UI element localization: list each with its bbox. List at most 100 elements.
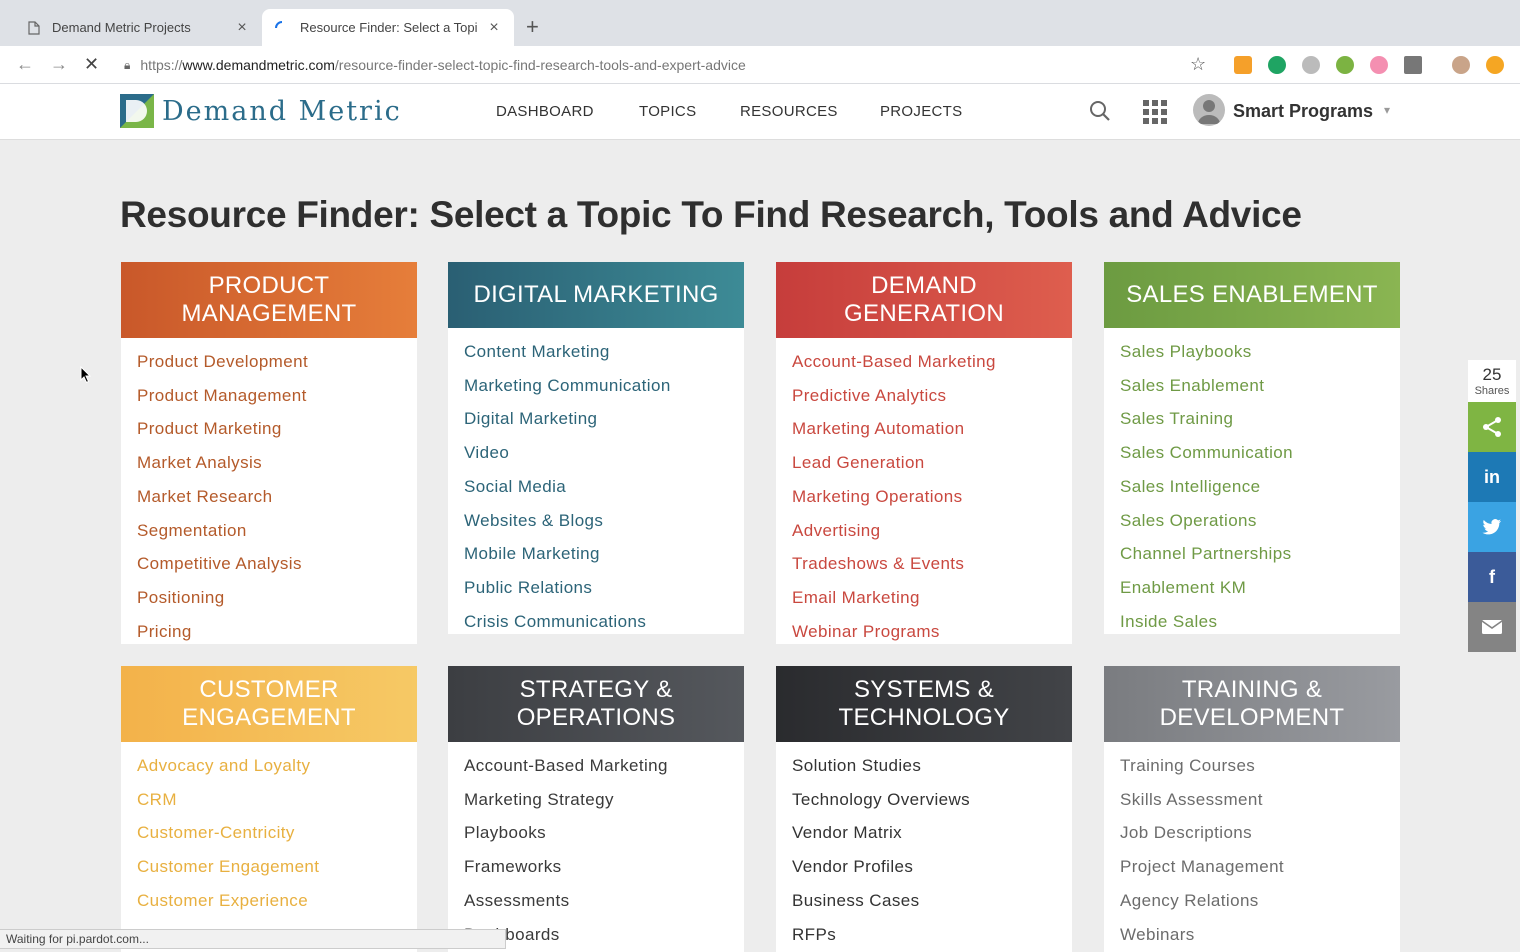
topic-link[interactable]: Marketing Operations <box>792 480 1072 514</box>
extension-icon[interactable] <box>1302 56 1320 74</box>
new-tab-icon[interactable]: + <box>526 14 539 40</box>
topic-link[interactable]: Market Research <box>137 480 417 514</box>
stop-loading-icon[interactable]: ✕ <box>84 54 99 75</box>
topic-link[interactable]: Sales Enablement <box>1120 369 1400 403</box>
bookmark-star-icon[interactable]: ☆ <box>1190 54 1206 75</box>
twitter-icon[interactable] <box>1468 502 1516 552</box>
close-icon[interactable]: × <box>486 19 502 37</box>
topic-link[interactable]: Product Management <box>137 379 417 413</box>
site-logo-text[interactable]: Demand Metric <box>162 96 402 127</box>
topic-link[interactable]: Vendor Matrix <box>792 816 1072 850</box>
topic-link[interactable]: Project Management <box>1120 850 1400 884</box>
bug-extension-icon[interactable] <box>1336 56 1354 74</box>
extension-icon[interactable] <box>1486 56 1504 74</box>
topic-link[interactable]: Solution Studies <box>792 749 1072 783</box>
category-header[interactable]: STRATEGY & OPERATIONS <box>448 666 744 742</box>
topic-link[interactable]: Content Marketing <box>464 335 744 369</box>
topic-link[interactable]: Customer-Centricity <box>137 816 417 850</box>
topic-link[interactable]: Agency Relations <box>1120 884 1400 918</box>
forward-icon[interactable]: → <box>50 54 68 75</box>
topic-link[interactable]: Account-Based Marketing <box>792 345 1072 379</box>
topic-link[interactable]: Product Marketing <box>137 412 417 446</box>
topic-link[interactable]: Webinar Programs <box>792 615 1072 649</box>
topic-link[interactable]: Competitive Analysis <box>137 547 417 581</box>
topic-link[interactable]: Sales Training <box>1120 402 1400 436</box>
topic-link[interactable]: Marketing Automation <box>792 412 1072 446</box>
topic-link[interactable]: Advocacy and Loyalty <box>137 749 417 783</box>
topic-link[interactable]: Social Media <box>464 470 744 504</box>
topic-link[interactable]: Vendor Profiles <box>792 850 1072 884</box>
topic-link[interactable]: RFPs <box>792 918 1072 952</box>
topic-link[interactable]: Playbooks <box>464 816 744 850</box>
email-icon[interactable] <box>1468 602 1516 652</box>
apps-grid-icon[interactable] <box>1143 100 1167 124</box>
topic-link[interactable]: Inside Sales <box>1120 605 1400 639</box>
nav-resources[interactable]: RESOURCES <box>740 103 838 120</box>
facebook-icon[interactable]: f <box>1468 552 1516 602</box>
topic-link[interactable]: Customer Engagement <box>137 850 417 884</box>
topic-link[interactable]: Channel Partnerships <box>1120 537 1400 571</box>
topic-link[interactable]: Digital Marketing <box>464 402 744 436</box>
category-header[interactable]: TRAINING & DEVELOPMENT <box>1104 666 1400 742</box>
browser-tab[interactable]: Demand Metric Projects × <box>14 9 262 46</box>
topic-link[interactable]: Mobile Marketing <box>464 537 744 571</box>
nav-topics[interactable]: TOPICS <box>639 103 696 120</box>
topic-link[interactable]: Business Cases <box>792 884 1072 918</box>
topic-link[interactable]: Sales Intelligence <box>1120 470 1400 504</box>
topic-link[interactable]: Market Analysis <box>137 446 417 480</box>
topic-link[interactable]: Crisis Communications <box>464 605 744 639</box>
topic-link[interactable]: Lead Generation <box>792 446 1072 480</box>
user-menu-name[interactable]: Smart Programs <box>1233 101 1373 122</box>
category-header[interactable]: PRODUCT MANAGEMENT <box>121 262 417 338</box>
share-icon[interactable] <box>1468 402 1516 452</box>
topic-link[interactable]: Websites & Blogs <box>464 504 744 538</box>
category-header[interactable]: SYSTEMS & TECHNOLOGY <box>776 666 1072 742</box>
topic-link[interactable]: Dashboards <box>464 918 744 952</box>
close-icon[interactable]: × <box>234 19 250 37</box>
topic-link[interactable]: Skills Assessment <box>1120 783 1400 817</box>
category-header[interactable]: SALES ENABLEMENT <box>1104 262 1400 328</box>
topic-link[interactable]: Enablement KM <box>1120 571 1400 605</box>
topic-link[interactable]: Account-Based Marketing <box>464 749 744 783</box>
category-header[interactable]: DEMAND GENERATION <box>776 262 1072 338</box>
back-icon[interactable]: ← <box>16 54 34 75</box>
topic-link[interactable]: Pricing <box>137 615 417 649</box>
rss-extension-icon[interactable] <box>1234 56 1252 74</box>
topic-link[interactable]: Segmentation <box>137 514 417 548</box>
topic-link[interactable]: Sales Operations <box>1120 504 1400 538</box>
search-icon[interactable] <box>1088 99 1112 123</box>
topic-link[interactable]: Assessments <box>464 884 744 918</box>
topic-link[interactable]: Customer Experience <box>137 884 417 918</box>
topic-link[interactable]: Webinars <box>1120 918 1400 952</box>
category-header[interactable]: CUSTOMER ENGAGEMENT <box>121 666 417 742</box>
topic-link[interactable]: Predictive Analytics <box>792 379 1072 413</box>
browser-tab-active[interactable]: Resource Finder: Select a Topi × <box>262 9 514 46</box>
topic-link[interactable]: Marketing Strategy <box>464 783 744 817</box>
grammarly-extension-icon[interactable] <box>1268 56 1286 74</box>
topic-link[interactable]: Video <box>464 436 744 470</box>
linkedin-icon[interactable]: in <box>1468 452 1516 502</box>
topic-link[interactable]: CRM <box>137 783 417 817</box>
demand-metric-logo-icon[interactable] <box>120 94 154 128</box>
topic-link[interactable]: Tradeshows & Events <box>792 547 1072 581</box>
extension-icon[interactable] <box>1404 56 1422 74</box>
topic-link[interactable]: Training Courses <box>1120 749 1400 783</box>
topic-link[interactable]: Positioning <box>137 581 417 615</box>
topic-link[interactable]: Email Marketing <box>792 581 1072 615</box>
extension-icon[interactable] <box>1370 56 1388 74</box>
address-bar[interactable]: 🔒︎ https://www.demandmetric.com/resource… <box>124 51 1220 79</box>
topic-link[interactable]: Job Descriptions <box>1120 816 1400 850</box>
nav-dashboard[interactable]: DASHBOARD <box>496 103 594 120</box>
topic-link[interactable]: Product Development <box>137 345 417 379</box>
topic-link[interactable]: Advertising <box>792 514 1072 548</box>
topic-link[interactable]: Frameworks <box>464 850 744 884</box>
topic-link[interactable]: Public Relations <box>464 571 744 605</box>
avatar[interactable] <box>1193 94 1225 126</box>
topic-link[interactable]: Sales Communication <box>1120 436 1400 470</box>
category-header[interactable]: DIGITAL MARKETING <box>448 262 744 328</box>
topic-link[interactable]: Marketing Communication <box>464 369 744 403</box>
chevron-down-icon[interactable]: ▾ <box>1384 103 1390 117</box>
profile-avatar-icon[interactable] <box>1452 56 1470 74</box>
topic-link[interactable]: Technology Overviews <box>792 783 1072 817</box>
nav-projects[interactable]: PROJECTS <box>880 103 962 120</box>
